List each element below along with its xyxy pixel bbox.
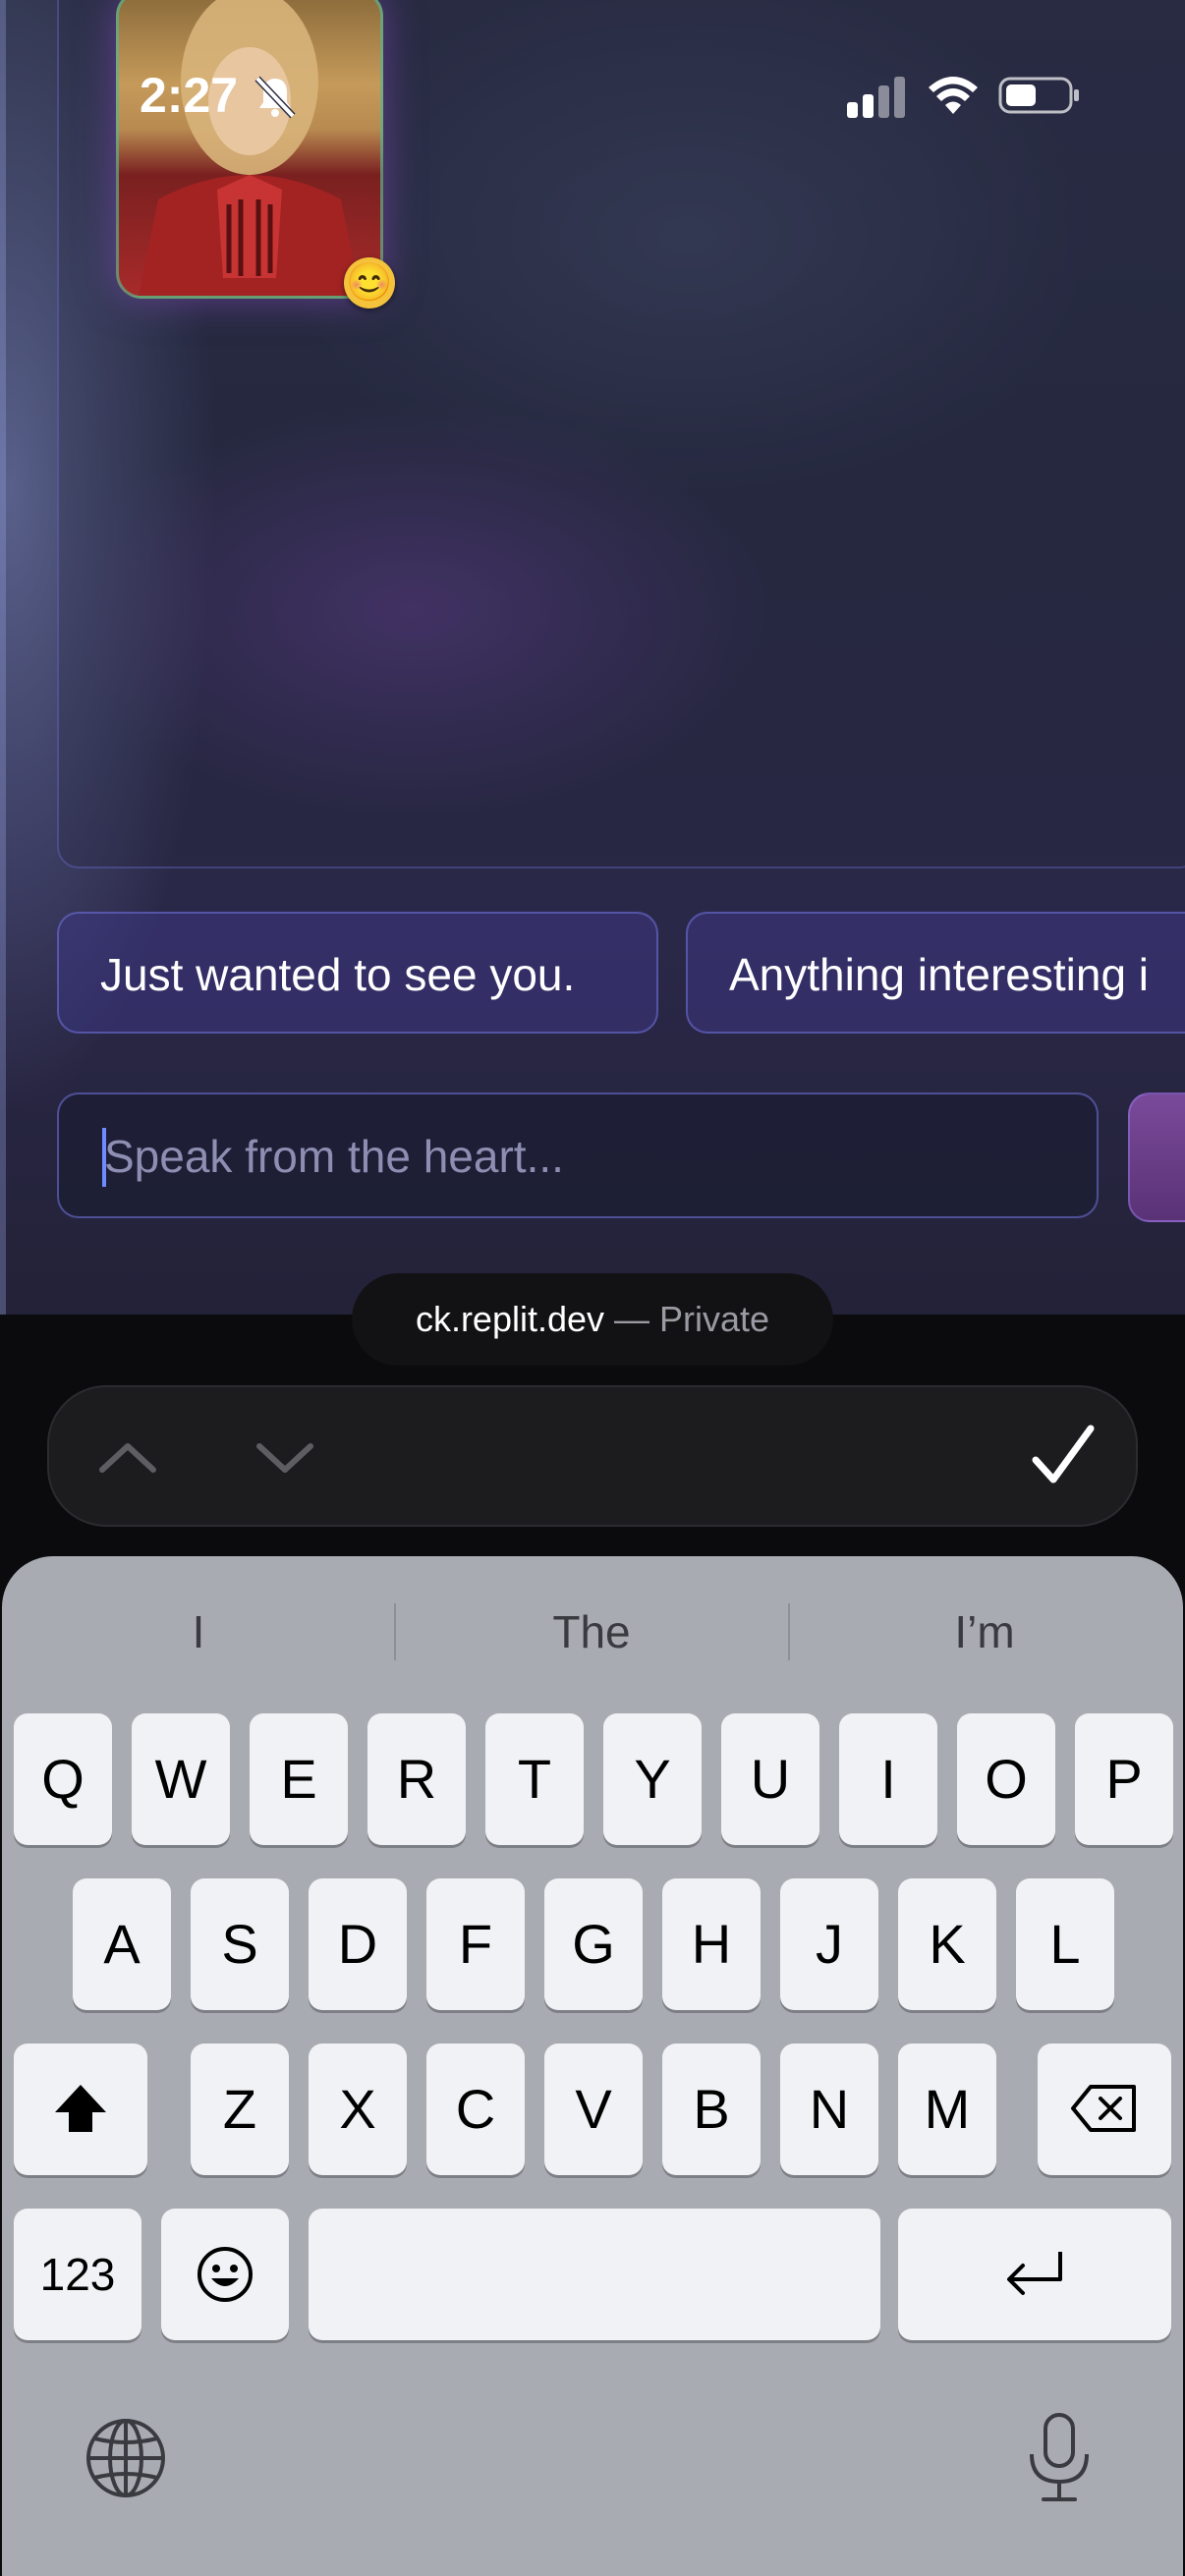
mood-emoji-badge: 😊 [344,257,395,308]
key-m[interactable]: M [898,2044,996,2175]
return-icon [1007,2252,1062,2295]
shift-icon [55,2085,106,2132]
return-key[interactable] [898,2209,1171,2340]
emoji-key[interactable] [161,2209,289,2340]
cellular-signal-icon [847,77,905,118]
delete-key[interactable] [1038,2044,1171,2175]
globe-icon[interactable] [85,2417,167,2499]
key-b[interactable]: B [662,2044,761,2175]
prediction-item[interactable]: The [395,1556,788,1704]
prediction-item[interactable]: I’m [788,1556,1181,1704]
space-bar[interactable] [309,2209,880,2340]
key-y[interactable]: Y [603,1713,702,1845]
web-app-view: 😊 Just wanted to see you. Anything inter… [0,0,1185,1315]
key-g[interactable]: G [544,1878,643,2010]
form-accessory-bar [47,1385,1138,1527]
key-i[interactable]: I [839,1713,937,1845]
numbers-key[interactable]: 123 [14,2209,141,2340]
key-t[interactable]: T [485,1713,584,1845]
key-a[interactable]: A [73,1878,171,2010]
suggestion-chip[interactable]: Just wanted to see you. [57,912,658,1034]
predictive-text-bar: I The I’m [2,1556,1183,1704]
key-d[interactable]: D [309,1878,407,2010]
key-h[interactable]: H [662,1878,761,2010]
key-c[interactable]: C [426,2044,525,2175]
checkmark-icon[interactable] [1028,1421,1099,1491]
message-input[interactable] [102,1094,1049,1218]
key-v[interactable]: V [544,2044,643,2175]
url-bar[interactable]: ck.replit.dev — Private [352,1273,833,1366]
status-time: 2:27 [140,68,239,123]
key-e[interactable]: E [250,1713,348,1845]
key-x[interactable]: X [309,2044,407,2175]
message-input-container [57,1092,1099,1218]
emoji-icon [198,2247,253,2302]
prediction-item[interactable]: I [2,1556,395,1704]
left-edge-highlight [0,0,6,1315]
key-q[interactable]: Q [14,1713,112,1845]
battery-icon [998,77,1079,114]
status-bar: 2:27 [0,0,1185,138]
key-u[interactable]: U [721,1713,819,1845]
key-f[interactable]: F [426,1878,525,2010]
shift-key[interactable] [14,2044,147,2175]
key-r[interactable]: R [367,1713,466,1845]
text-caret [102,1128,106,1187]
wifi-icon [929,77,978,114]
url-domain: ck.replit.dev [415,1299,605,1339]
bell-slash-icon [254,76,296,119]
delete-icon [1071,2085,1136,2132]
key-o[interactable]: O [957,1713,1055,1845]
key-p[interactable]: P [1075,1713,1173,1845]
key-z[interactable]: Z [191,2044,289,2175]
key-l[interactable]: L [1016,1878,1114,2010]
key-j[interactable]: J [780,1878,878,2010]
chevron-up-icon[interactable] [92,1427,163,1489]
private-label: — Private [604,1299,770,1339]
key-n[interactable]: N [780,2044,878,2175]
chevron-down-icon[interactable] [250,1427,320,1489]
microphone-icon[interactable] [1020,2411,1099,2505]
key-w[interactable]: W [132,1713,230,1845]
send-button[interactable] [1128,1092,1185,1222]
keyboard: I The I’m Q W E R T Y U I O P A S D F G … [2,1556,1183,2576]
key-k[interactable]: K [898,1878,996,2010]
suggestion-chip[interactable]: Anything interesting i [686,912,1185,1034]
key-s[interactable]: S [191,1878,289,2010]
